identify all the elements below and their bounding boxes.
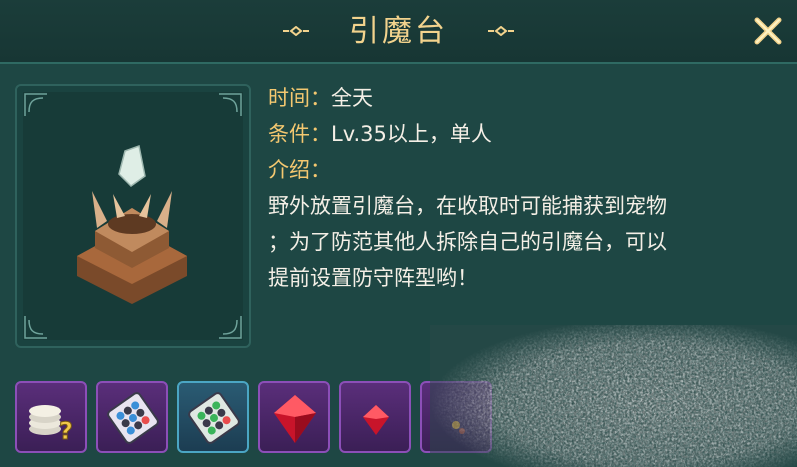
- svg-text:?: ?: [59, 417, 73, 445]
- altar-info-panel: 引魔台 时间：全天 条件：Lv.35以上，单人 介绍： 野外放置引魔台，在收取时…: [0, 0, 797, 467]
- altar-info: 时间：全天 条件：Lv.35以上，单人 介绍： 野外放置引魔台，在收取时可能捕获…: [268, 80, 788, 296]
- intro-line: 野外放置引魔台，在收取时可能捕获到宠物: [268, 194, 667, 218]
- formation-card-icon: [107, 392, 159, 444]
- frame-corner-icon: [24, 93, 47, 116]
- window-title: 引魔台: [349, 14, 448, 49]
- silver-coins-question-icon: ?: [29, 405, 73, 446]
- condition-label: 条件：: [268, 122, 331, 146]
- reward-slot[interactable]: [339, 381, 411, 453]
- right-ornament-icon: [488, 26, 514, 36]
- frame-corner-icon: [219, 93, 242, 116]
- time-row: 时间：全天: [268, 80, 788, 116]
- intro-line: 提前设置防守阵型哟！: [268, 266, 478, 290]
- time-label: 时间：: [268, 86, 331, 110]
- reward-slot[interactable]: ?: [15, 381, 87, 453]
- reward-slot[interactable]: [96, 381, 168, 453]
- blurred-region: [430, 325, 797, 467]
- intro-label: 介绍：: [268, 158, 331, 182]
- time-value: 全天: [331, 86, 373, 110]
- close-icon[interactable]: [753, 16, 783, 46]
- red-gem-small-icon: [363, 405, 389, 435]
- red-gem-large-icon: [274, 395, 316, 443]
- condition-row: 条件：Lv.35以上，单人: [268, 116, 788, 152]
- title-bar: 引魔台: [0, 0, 797, 64]
- formation-card-green-icon: [188, 392, 240, 444]
- reward-slot[interactable]: [258, 381, 330, 453]
- condition-value: Lv.35以上，单人: [331, 122, 492, 146]
- frame-corner-icon: [24, 316, 47, 339]
- summoning-altar-icon: [77, 145, 187, 304]
- altar-artwork-frame: [15, 84, 251, 348]
- intro-line: ；为了防范其他人拆除自己的引魔台，可以: [268, 230, 667, 254]
- intro-row: 介绍：: [268, 152, 788, 188]
- reward-slot[interactable]: [177, 381, 249, 453]
- intro-text: 野外放置引魔台，在收取时可能捕获到宠物 ；为了防范其他人拆除自己的引魔台，可以 …: [268, 188, 788, 296]
- frame-corner-icon: [219, 316, 242, 339]
